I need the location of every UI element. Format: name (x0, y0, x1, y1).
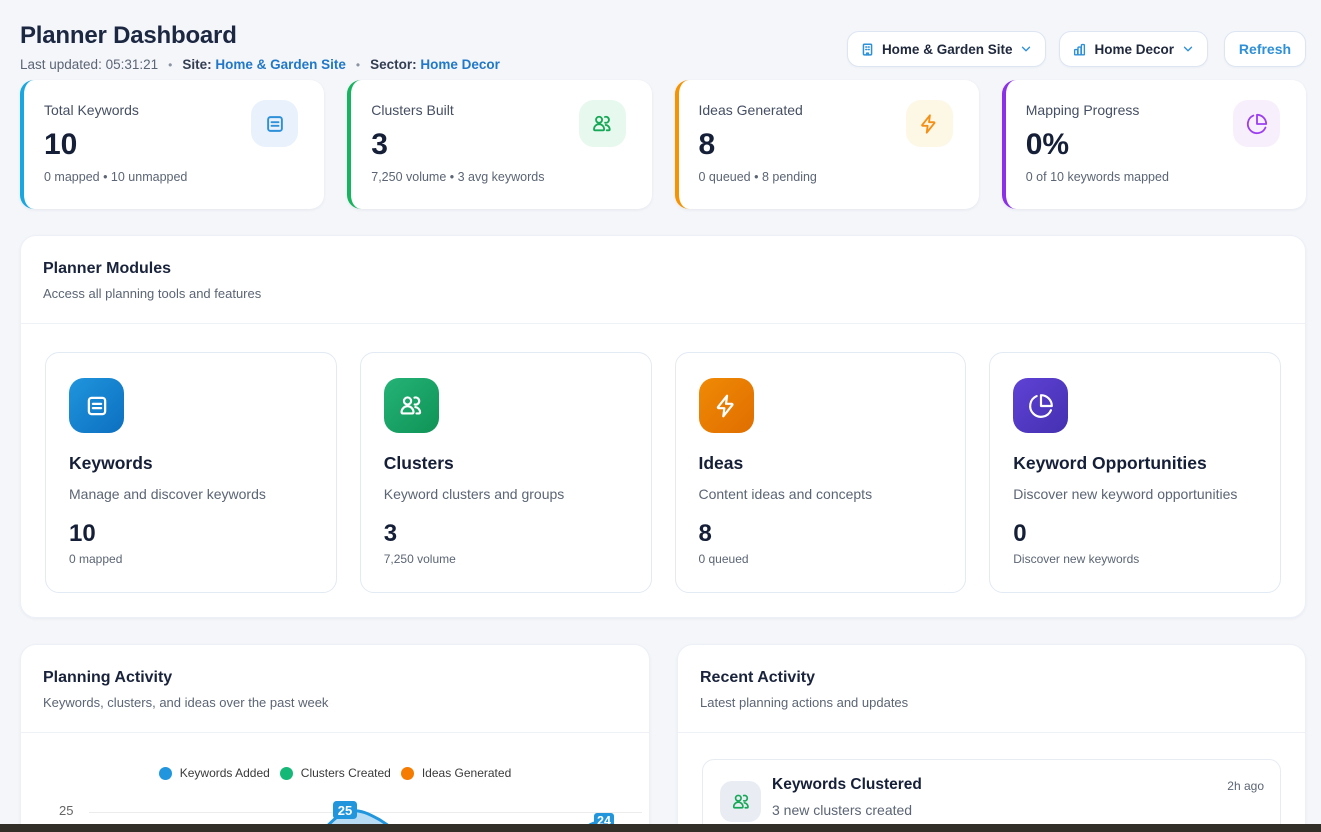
svg-text:25: 25 (338, 803, 352, 818)
